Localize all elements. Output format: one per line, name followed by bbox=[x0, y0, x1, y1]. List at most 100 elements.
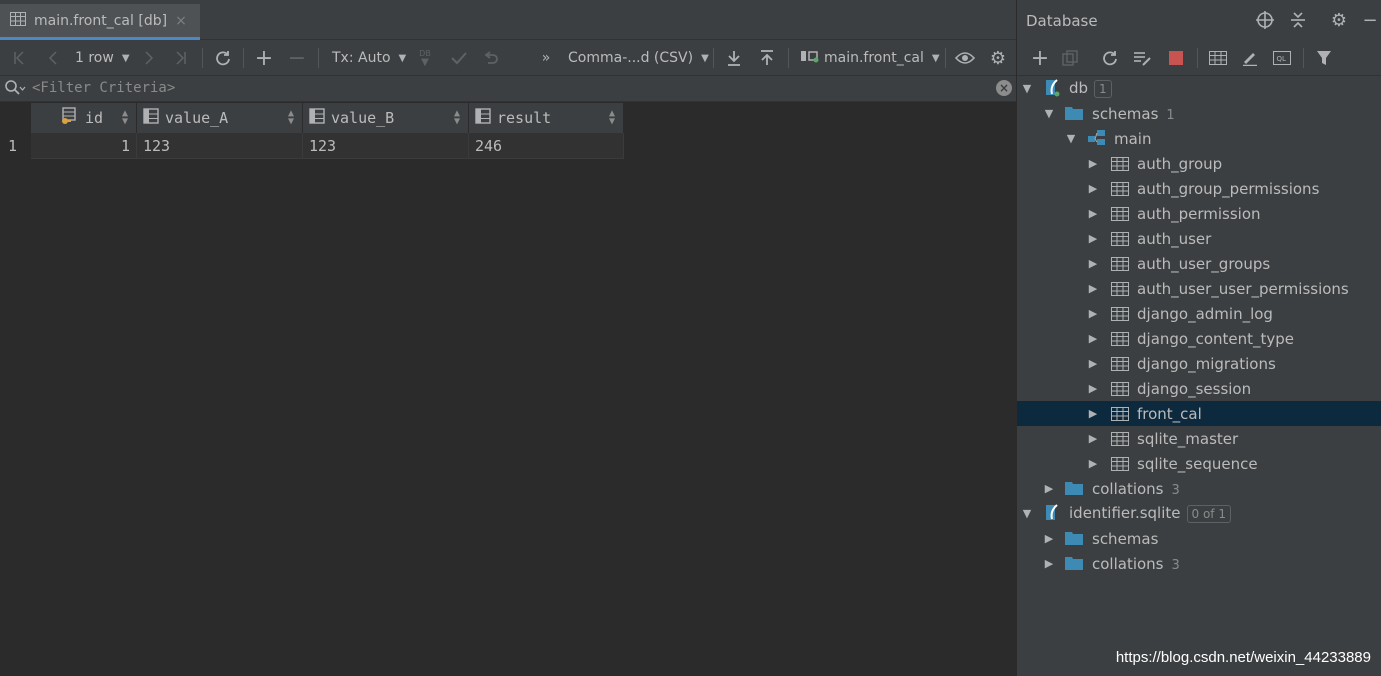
tree-node-table[interactable]: ▶ auth_user bbox=[1017, 226, 1381, 251]
export-icon[interactable] bbox=[723, 40, 745, 76]
expand-arrow-icon[interactable]: ▶ bbox=[1087, 207, 1099, 220]
tree-node-db[interactable]: ▼ db 1 bbox=[1017, 76, 1381, 101]
sort-icon[interactable]: ▲ ▼ bbox=[288, 109, 294, 127]
refresh-icon[interactable] bbox=[212, 40, 234, 76]
check-icon[interactable] bbox=[448, 40, 470, 76]
tree-node-collations[interactable]: ▶ collations 3 bbox=[1017, 551, 1381, 576]
table-cell[interactable]: 123 bbox=[137, 133, 303, 159]
rows-selector[interactable]: 1 row ▼ bbox=[75, 40, 130, 76]
table-cell[interactable]: 123 bbox=[303, 133, 469, 159]
query-console-icon[interactable]: QL bbox=[1271, 40, 1293, 76]
column-name: id bbox=[85, 109, 104, 127]
expand-arrow-icon[interactable]: ▶ bbox=[1043, 482, 1055, 495]
sort-icon[interactable]: ▲ ▼ bbox=[454, 109, 460, 127]
tree-node-table[interactable]: ▶ django_content_type bbox=[1017, 326, 1381, 351]
tree-node-collations[interactable]: ▶ collations 3 bbox=[1017, 476, 1381, 501]
expand-arrow-icon[interactable]: ▶ bbox=[1087, 457, 1099, 470]
expand-arrow-icon[interactable]: ▶ bbox=[1087, 357, 1099, 370]
collapse-all-icon[interactable] bbox=[1288, 10, 1308, 30]
tree-label: front_cal bbox=[1137, 404, 1202, 423]
copy-icon[interactable] bbox=[1059, 40, 1081, 76]
first-page-icon[interactable] bbox=[8, 40, 30, 76]
target-label: main.front_cal bbox=[824, 50, 924, 66]
expand-arrow-icon[interactable]: ▼ bbox=[1065, 132, 1077, 145]
tree-label: sqlite_sequence bbox=[1137, 454, 1258, 473]
next-page-icon[interactable] bbox=[138, 40, 160, 76]
sort-icon[interactable]: ▲ ▼ bbox=[122, 109, 128, 127]
expand-arrow-icon[interactable]: ▼ bbox=[1021, 507, 1033, 520]
last-page-icon[interactable] bbox=[170, 40, 192, 76]
table-cell[interactable]: 246 bbox=[469, 133, 624, 159]
add-datasource-icon[interactable]: + bbox=[1029, 40, 1051, 76]
tree-node-table[interactable]: ▶ auth_user_groups bbox=[1017, 251, 1381, 276]
toolbar-separator bbox=[243, 48, 244, 68]
expand-arrow-icon[interactable]: ▶ bbox=[1087, 257, 1099, 270]
expand-arrow-icon[interactable]: ▶ bbox=[1087, 382, 1099, 395]
expand-arrow-icon[interactable]: ▶ bbox=[1043, 532, 1055, 545]
clear-icon[interactable]: × bbox=[996, 80, 1012, 96]
close-icon[interactable]: × bbox=[175, 13, 187, 29]
add-row-icon[interactable]: + bbox=[253, 40, 275, 76]
expand-arrow-icon[interactable]: ▼ bbox=[1021, 82, 1033, 95]
tree-node-table[interactable]: ▶ django_admin_log bbox=[1017, 301, 1381, 326]
tab-front-cal[interactable]: main.front_cal [db] × bbox=[0, 4, 200, 40]
refresh-icon[interactable] bbox=[1099, 40, 1121, 76]
database-toolbar: + QL bbox=[1017, 40, 1381, 76]
expand-arrow-icon[interactable]: ▶ bbox=[1087, 407, 1099, 420]
edit-icon[interactable] bbox=[1239, 40, 1261, 76]
target-icon[interactable] bbox=[1255, 10, 1275, 30]
column-header-value-b[interactable]: value_B ▲ ▼ bbox=[303, 103, 469, 133]
table-icon bbox=[1111, 307, 1129, 325]
tx-mode-selector[interactable]: Tx: Auto ▼ bbox=[332, 40, 406, 76]
undo-icon[interactable] bbox=[480, 40, 502, 76]
column-header-value-a[interactable]: value_A ▲ ▼ bbox=[137, 103, 303, 133]
tree-node-table[interactable]: ▶ auth_group bbox=[1017, 151, 1381, 176]
gear-icon[interactable]: ⚙ bbox=[1329, 10, 1349, 31]
column-header-result[interactable]: result ▲ ▼ bbox=[469, 103, 624, 133]
row-number[interactable]: 1 bbox=[0, 133, 31, 159]
tree-node-table[interactable]: ▶ auth_group_permissions bbox=[1017, 176, 1381, 201]
expand-arrow-icon[interactable]: ▶ bbox=[1087, 307, 1099, 320]
expand-arrow-icon[interactable]: ▼ bbox=[1043, 107, 1055, 120]
filter-icon[interactable] bbox=[1313, 40, 1335, 76]
commit-db-icon[interactable]: DB ▼ bbox=[414, 40, 436, 76]
editor-pane: main.front_cal [db] × 1 row ▼ + − Tx: Au… bbox=[0, 0, 1016, 676]
chevron-down-icon: ▼ bbox=[121, 52, 130, 64]
column-header-id[interactable]: id ▲ ▼ bbox=[31, 103, 137, 133]
table-icon[interactable] bbox=[1207, 40, 1229, 76]
remove-row-icon[interactable]: − bbox=[286, 40, 308, 76]
tree-node-table[interactable]: ▶ auth_permission bbox=[1017, 201, 1381, 226]
tree-node-table[interactable]: ▶ auth_user_user_permissions bbox=[1017, 276, 1381, 301]
tree-node-table[interactable]: ▶ django_session bbox=[1017, 376, 1381, 401]
gear-icon[interactable]: ⚙ bbox=[987, 40, 1009, 76]
upload-icon[interactable] bbox=[756, 40, 778, 76]
eye-icon[interactable] bbox=[954, 40, 976, 76]
expand-arrow-icon[interactable]: ▶ bbox=[1087, 432, 1099, 445]
stop-icon[interactable] bbox=[1165, 40, 1187, 76]
expand-arrow-icon[interactable]: ▶ bbox=[1087, 157, 1099, 170]
tree-node-table[interactable]: ▶ sqlite_master bbox=[1017, 426, 1381, 451]
expand-arrow-icon[interactable]: ▶ bbox=[1087, 332, 1099, 345]
tree-node-schemas[interactable]: ▶ schemas bbox=[1017, 526, 1381, 551]
minimize-icon[interactable]: − bbox=[1360, 10, 1380, 31]
tree-node-table[interactable]: ▶ django_migrations bbox=[1017, 351, 1381, 376]
more-icon[interactable]: » bbox=[536, 40, 556, 76]
table-cell[interactable]: 1 bbox=[31, 133, 137, 159]
expand-arrow-icon[interactable]: ▶ bbox=[1087, 182, 1099, 195]
expand-arrow-icon[interactable]: ▶ bbox=[1043, 557, 1055, 570]
filter-input[interactable]: <Filter Criteria> bbox=[32, 80, 175, 96]
database-panel: Database ⚙ − + QL ▼ db 1 ▼ schemas 1 ▼ m… bbox=[1016, 0, 1381, 676]
target-selector[interactable]: main.front_cal ▼ bbox=[800, 40, 940, 76]
extractor-selector[interactable]: Comma-...d (CSV) ▼ bbox=[568, 40, 709, 76]
expand-arrow-icon[interactable]: ▶ bbox=[1087, 232, 1099, 245]
table-icon bbox=[1111, 407, 1129, 425]
tree-node-front-cal[interactable]: ▶ front_cal bbox=[1017, 401, 1381, 426]
tree-node-schemas[interactable]: ▼ schemas 1 bbox=[1017, 101, 1381, 126]
tree-node-identifier-sqlite[interactable]: ▼ identifier.sqlite 0 of 1 bbox=[1017, 501, 1381, 526]
tree-node-table[interactable]: ▶ sqlite_sequence bbox=[1017, 451, 1381, 476]
tree-node-main[interactable]: ▼ main bbox=[1017, 126, 1381, 151]
schema-settings-icon[interactable] bbox=[1131, 40, 1153, 76]
expand-arrow-icon[interactable]: ▶ bbox=[1087, 282, 1099, 295]
prev-page-icon[interactable] bbox=[42, 40, 64, 76]
sort-icon[interactable]: ▲ ▼ bbox=[609, 109, 615, 127]
